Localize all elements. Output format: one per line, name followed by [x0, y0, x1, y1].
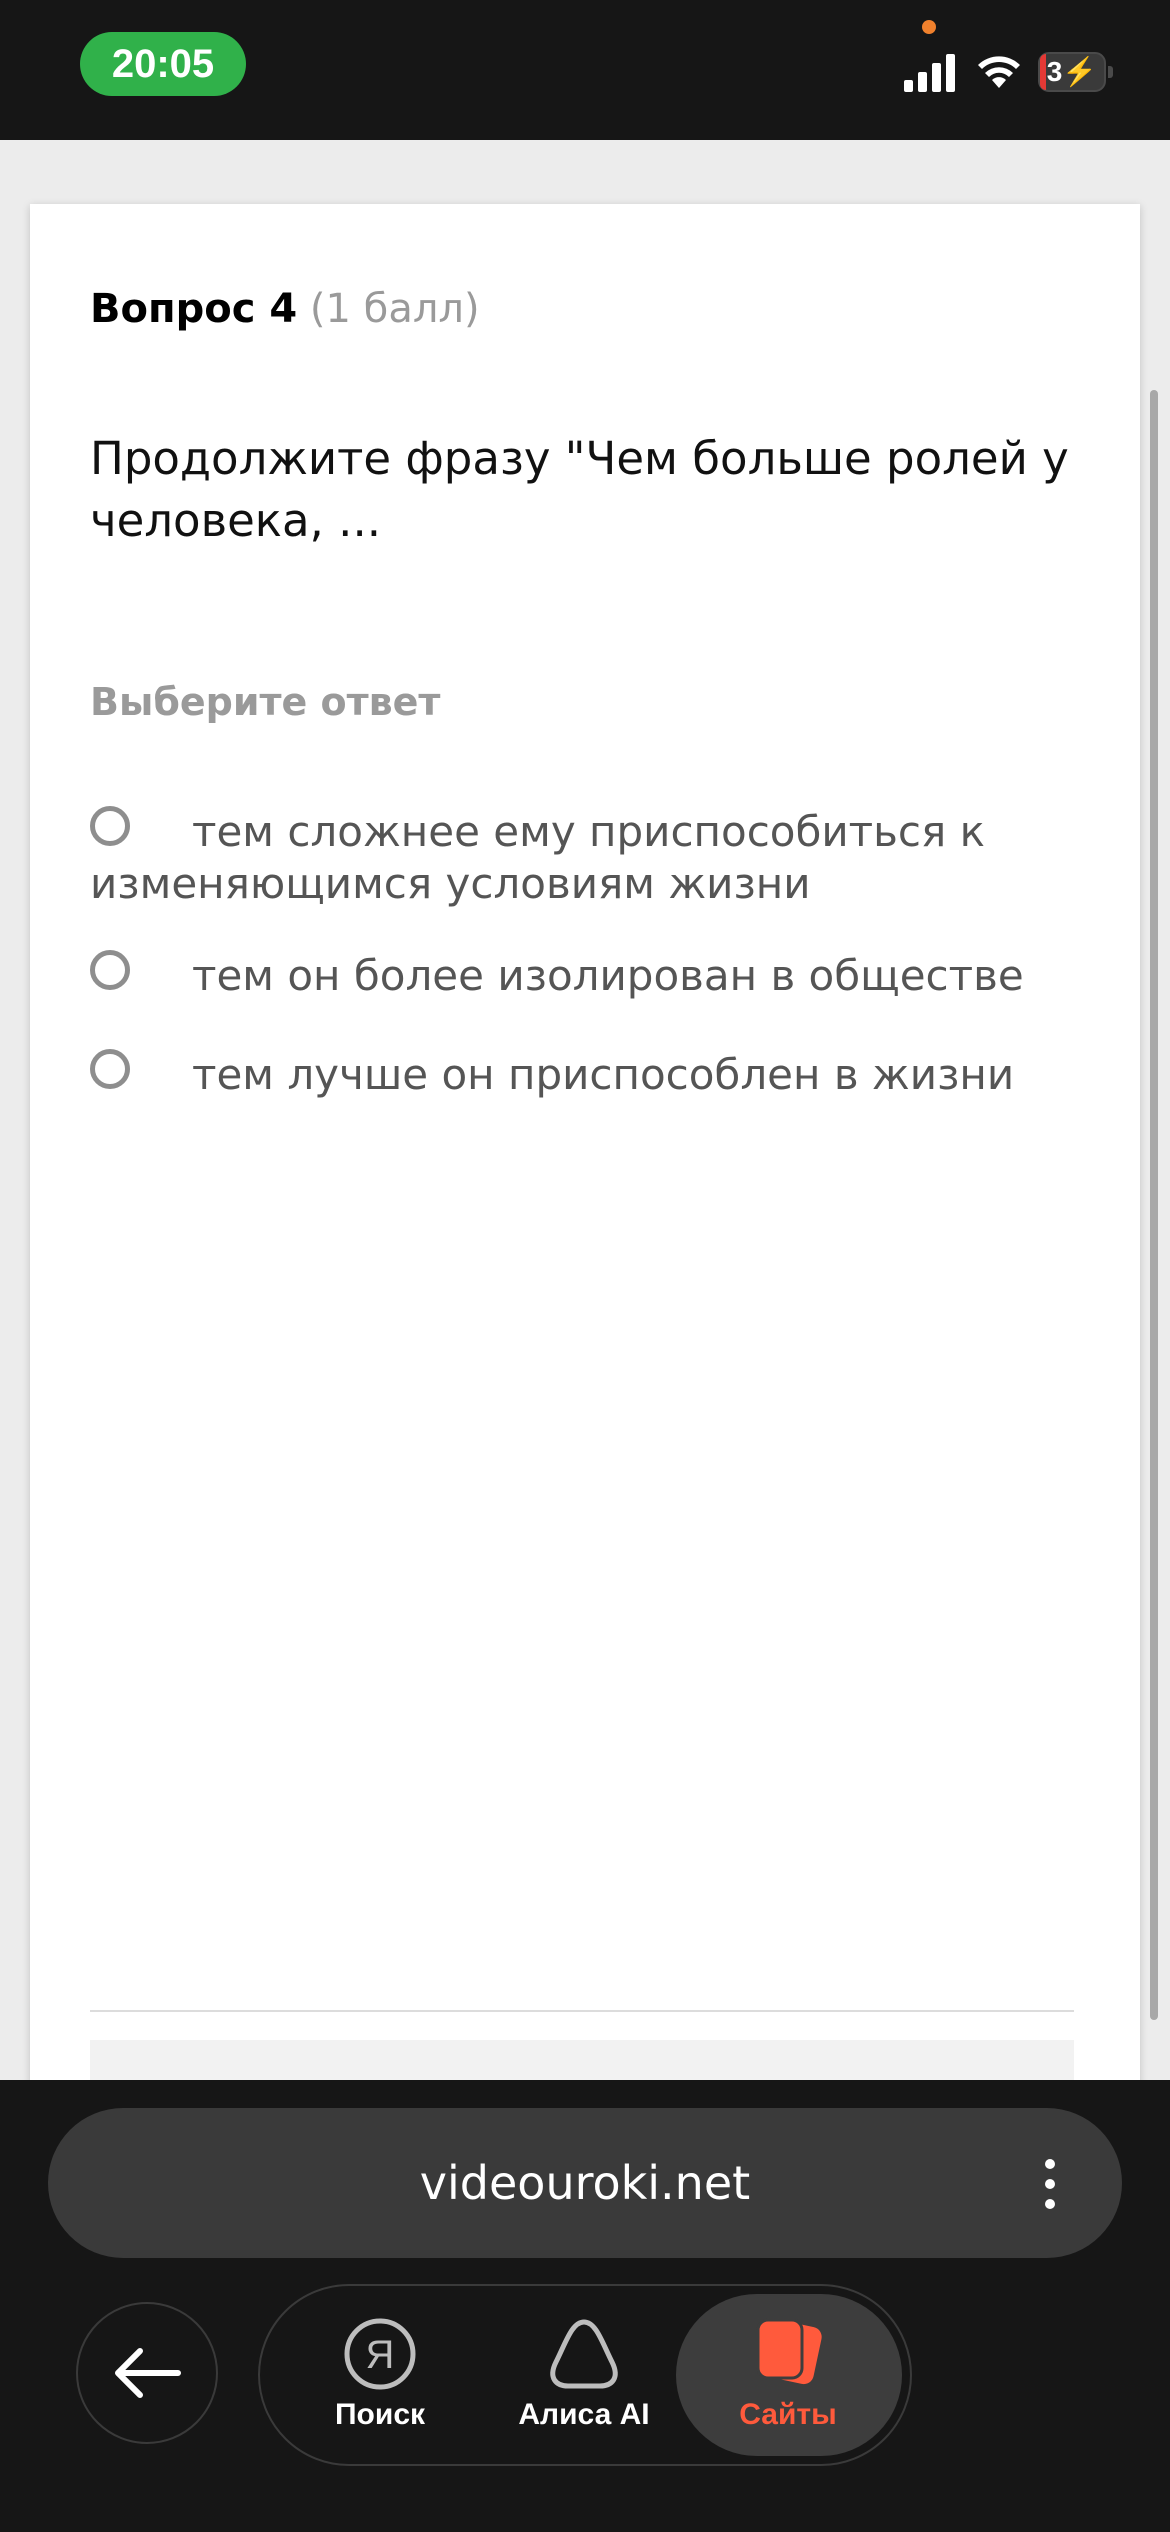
scrollbar[interactable] — [1150, 390, 1158, 2020]
arrow-left-icon — [115, 2348, 181, 2398]
nav-search-label[interactable]: Поиск — [280, 2398, 480, 2432]
wifi-icon — [978, 56, 1020, 88]
yandex-search-icon[interactable]: Я — [342, 2316, 418, 2392]
question-points: (1 балл) — [309, 286, 480, 332]
option-1-label[interactable]: тем сложнее ему приспособиться к изменяю… — [90, 806, 1050, 910]
question-header: Вопрос 4 (1 балл) — [90, 286, 480, 332]
question-text: Продолжите фразу "Чем больше ролей у чел… — [90, 432, 1069, 547]
battery-level: 3 — [1046, 56, 1063, 87]
option-2-radio[interactable] — [90, 950, 130, 990]
address-bar[interactable]: videouroki.net — [48, 2108, 1122, 2258]
back-button[interactable] — [76, 2302, 218, 2444]
option-2-label[interactable]: тем он более изолирован в обществе — [192, 950, 1024, 1002]
option-3-label[interactable]: тем лучше он приспособлен в жизни — [192, 1049, 1014, 1101]
nav-sites-label[interactable]: Сайты — [688, 2398, 888, 2432]
url-text[interactable]: videouroki.net — [48, 2108, 1122, 2258]
divider — [90, 2010, 1074, 2012]
more-menu-icon[interactable] — [1040, 2156, 1060, 2212]
signal-icon — [904, 54, 955, 92]
answer-prompt: Выберите ответ — [90, 680, 441, 724]
battery-charging-icon: 3⚡ — [1038, 52, 1113, 92]
svg-text:Я: Я — [366, 2333, 395, 2377]
status-time: 20:05 — [80, 32, 246, 96]
question-title: Вопрос 4 — [90, 286, 298, 332]
nav-alice-label[interactable]: Алиса AI — [484, 2398, 684, 2432]
privacy-indicator-dot — [922, 20, 936, 34]
alice-icon[interactable] — [546, 2316, 622, 2392]
sites-tabs-icon[interactable] — [750, 2316, 826, 2392]
option-3-radio[interactable] — [90, 1049, 130, 1089]
